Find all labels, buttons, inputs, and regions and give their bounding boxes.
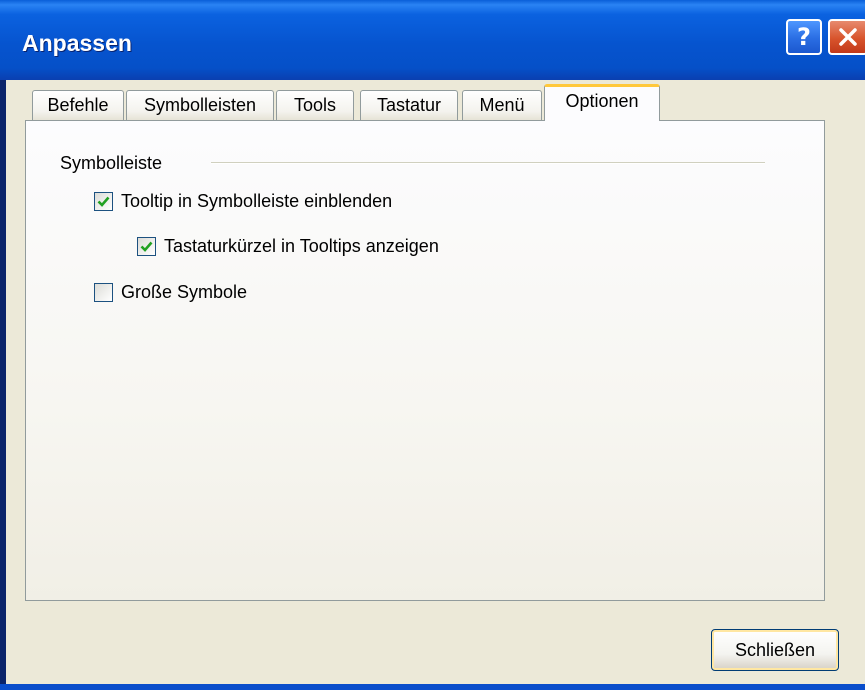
tooltip-option[interactable]: Tooltip in Symbolleiste einblenden bbox=[94, 191, 392, 212]
tooltip-checkbox[interactable] bbox=[94, 192, 113, 211]
options-panel: Symbolleiste Tooltip in Symbolleiste ein… bbox=[25, 120, 825, 601]
close-window-button[interactable] bbox=[828, 19, 865, 55]
tab-label: Menü bbox=[479, 95, 525, 115]
large-icons-option[interactable]: Große Symbole bbox=[94, 282, 247, 303]
tab-strip: Befehle Symbolleisten Tools Tastatur Men… bbox=[28, 84, 828, 124]
title-bar[interactable]: Anpassen ? bbox=[0, 0, 865, 80]
shortcut-tooltip-option[interactable]: Tastaturkürzel in Tooltips anzeigen bbox=[137, 236, 439, 257]
tab-optionen[interactable]: Optionen bbox=[544, 84, 660, 121]
tab-label: Optionen bbox=[565, 90, 639, 111]
tab-menue[interactable]: Menü bbox=[462, 90, 542, 120]
tab-befehle[interactable]: Befehle bbox=[32, 90, 124, 120]
close-button-label: Schließen bbox=[734, 639, 816, 660]
dialog-window: Anpassen ? Befehle Symbolleisten Tools T… bbox=[0, 0, 865, 690]
group-label-symbolleiste: Symbolleiste bbox=[60, 153, 163, 173]
window-bottom-border bbox=[0, 684, 865, 690]
tab-label: Tastatur bbox=[376, 95, 442, 115]
close-icon bbox=[839, 28, 857, 46]
tab-label: Tools bbox=[293, 95, 337, 115]
tab-tools[interactable]: Tools bbox=[276, 90, 354, 120]
tab-label: Symbolleisten bbox=[143, 95, 257, 115]
tab-tastatur[interactable]: Tastatur bbox=[360, 90, 458, 120]
tab-label: Befehle bbox=[47, 95, 109, 115]
large-icons-checkbox-label: Große Symbole bbox=[121, 282, 248, 302]
group-divider bbox=[211, 162, 765, 164]
shortcut-tooltip-checkbox[interactable] bbox=[137, 237, 156, 256]
checkmark-icon bbox=[97, 196, 110, 207]
window-title: Anpassen bbox=[22, 30, 132, 56]
shortcut-tooltip-checkbox-label: Tastaturkürzel in Tooltips anzeigen bbox=[164, 236, 439, 256]
help-button[interactable]: ? bbox=[786, 19, 822, 55]
tooltip-checkbox-label: Tooltip in Symbolleiste einblenden bbox=[121, 191, 393, 211]
tab-symbolleisten[interactable]: Symbolleisten bbox=[126, 90, 274, 120]
large-icons-checkbox[interactable] bbox=[94, 283, 113, 302]
help-icon: ? bbox=[797, 23, 811, 51]
close-button[interactable]: Schließen bbox=[711, 629, 839, 671]
checkmark-icon bbox=[140, 241, 153, 252]
